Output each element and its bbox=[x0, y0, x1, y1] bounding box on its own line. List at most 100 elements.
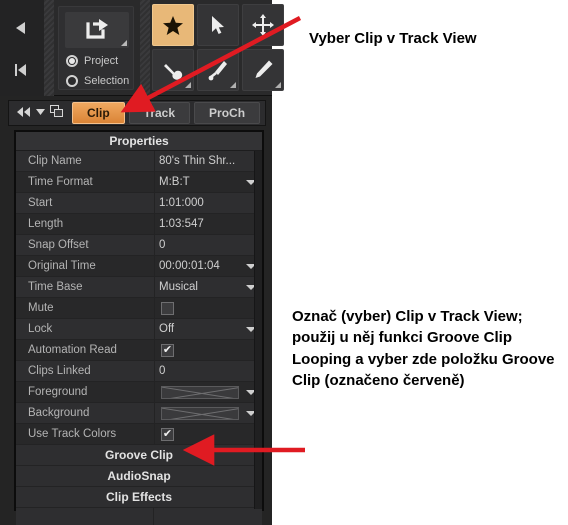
property-label: Foreground bbox=[28, 386, 88, 398]
property-value-text: 80's Thin Shr... bbox=[159, 155, 236, 167]
export-tool-group: Project Selection bbox=[58, 6, 134, 90]
property-row: Snap Offset 0 bbox=[16, 235, 262, 256]
top-toolbar: Project Selection bbox=[0, 0, 284, 96]
property-value[interactable] bbox=[154, 403, 262, 423]
property-row: Mute bbox=[16, 298, 262, 319]
property-value-text: Musical bbox=[159, 281, 198, 293]
property-value[interactable]: 0 bbox=[154, 235, 262, 255]
radio-selection-dot bbox=[66, 74, 78, 87]
annotation-top-text: Vyber Clip v Track View bbox=[309, 30, 477, 47]
property-label: Lock bbox=[28, 323, 53, 335]
property-value[interactable]: 1:03:547 bbox=[154, 214, 262, 234]
checkbox[interactable]: ✔ bbox=[161, 427, 174, 441]
property-label: Time Format bbox=[28, 176, 93, 188]
property-row: Length 1:03:547 bbox=[16, 214, 262, 235]
section-bar-groove-clip[interactable]: Groove Clip bbox=[16, 445, 262, 466]
property-value-text: 00:00:01:04 bbox=[159, 260, 220, 272]
property-label: Mute bbox=[28, 302, 54, 314]
property-row: Time Base Musical bbox=[16, 277, 262, 298]
property-label: Original Time bbox=[28, 260, 96, 272]
property-label: Length bbox=[28, 218, 64, 230]
color-swatch[interactable] bbox=[161, 406, 239, 420]
footer-label-cell bbox=[16, 508, 154, 525]
export-share-icon[interactable] bbox=[65, 12, 129, 48]
property-row: Lock Off bbox=[16, 319, 262, 340]
property-row: Start 1:01:000 bbox=[16, 193, 262, 214]
property-value[interactable] bbox=[154, 298, 262, 318]
property-label: Time Base bbox=[28, 281, 83, 293]
navigation-column bbox=[0, 0, 44, 96]
properties-section-list: Groove Clip AudioSnap Clip Effects bbox=[16, 445, 262, 508]
duplicate-icon[interactable] bbox=[50, 105, 64, 121]
tab-track[interactable]: Track bbox=[128, 102, 191, 124]
properties-row-list: Clip Name 80's Thin Shr... Time Format M:B:… bbox=[16, 151, 262, 445]
property-label: Use Track Colors bbox=[28, 428, 117, 440]
property-row: Original Time 00:00:01:04 bbox=[16, 256, 262, 277]
property-value[interactable] bbox=[154, 382, 262, 402]
nav-prev-icon[interactable] bbox=[6, 8, 36, 48]
draw-tool-icon[interactable] bbox=[242, 49, 284, 91]
radio-project-label: Project bbox=[84, 54, 119, 67]
property-value-text: 1:01:000 bbox=[159, 197, 204, 209]
annotation-bottom-text: Označ (vyber) Clip v Track View; použij … bbox=[292, 308, 555, 389]
properties-scrollbar[interactable] bbox=[254, 151, 262, 509]
inspector-tab-bar: Clip Track ProCh bbox=[8, 100, 266, 126]
screenshot-root: Project Selection Clip Track ProCh Prope… bbox=[0, 0, 568, 525]
property-value[interactable]: Off bbox=[154, 319, 262, 339]
property-value-text: M:B:T bbox=[159, 176, 190, 188]
property-value[interactable]: 1:01:000 bbox=[154, 193, 262, 213]
property-label: Snap Offset bbox=[28, 239, 89, 251]
radio-selection[interactable]: Selection bbox=[66, 71, 129, 90]
property-value-text: Off bbox=[159, 323, 175, 335]
property-row: Clips Linked 0 bbox=[16, 361, 262, 382]
tab-bar-tools bbox=[9, 101, 72, 125]
section-bar-audiosnap[interactable]: AudioSnap bbox=[16, 466, 262, 487]
properties-footer bbox=[16, 508, 262, 525]
smart-tool-icon[interactable] bbox=[152, 4, 194, 46]
property-value[interactable]: 00:00:01:04 bbox=[154, 256, 262, 276]
edit-tool-icon[interactable] bbox=[152, 49, 194, 91]
daw-application-window: Project Selection Clip Track ProCh Prope… bbox=[0, 0, 284, 525]
property-row: Automation Read ✔ bbox=[16, 340, 262, 361]
toolbar-gripper-left[interactable] bbox=[44, 0, 54, 96]
property-value[interactable]: M:B:T bbox=[154, 172, 262, 192]
property-row: Time Format M:B:T bbox=[16, 172, 262, 193]
property-value-text: 0 bbox=[159, 239, 166, 251]
chevron-down-icon[interactable] bbox=[36, 107, 45, 119]
checkbox[interactable] bbox=[161, 301, 174, 315]
radio-selection-label: Selection bbox=[84, 74, 130, 87]
clip-properties-panel: Properties Clip Name 80's Thin Shr... Time… bbox=[14, 130, 264, 525]
radio-project-dot bbox=[66, 54, 78, 67]
property-label: Clips Linked bbox=[28, 365, 91, 377]
property-label: Clip Name bbox=[28, 155, 82, 167]
select-tool-icon[interactable] bbox=[197, 4, 239, 46]
tab-clip[interactable]: Clip bbox=[72, 102, 125, 124]
property-value[interactable]: 80's Thin Shr... bbox=[154, 151, 262, 171]
color-swatch[interactable] bbox=[161, 385, 239, 399]
property-row: Clip Name 80's Thin Shr... bbox=[16, 151, 262, 172]
radio-project[interactable]: Project bbox=[66, 51, 118, 70]
property-value-text: 1:03:547 bbox=[159, 218, 204, 230]
property-label: Start bbox=[28, 197, 53, 209]
tab-procc[interactable]: ProCh bbox=[194, 102, 261, 124]
tool-grid bbox=[152, 4, 284, 91]
properties-header: Properties bbox=[16, 132, 262, 151]
rewind-icon[interactable] bbox=[17, 106, 31, 120]
property-value[interactable]: 0 bbox=[154, 361, 262, 381]
property-value[interactable]: Musical bbox=[154, 277, 262, 297]
property-row: Use Track Colors ✔ bbox=[16, 424, 262, 445]
split-tool-icon[interactable] bbox=[197, 49, 239, 91]
toolbar-gripper-right[interactable] bbox=[140, 0, 150, 96]
section-bar-clip-effects[interactable]: Clip Effects bbox=[16, 487, 262, 508]
property-value[interactable]: ✔ bbox=[154, 340, 262, 360]
property-value[interactable]: ✔ bbox=[154, 424, 262, 444]
property-row: Foreground bbox=[16, 382, 262, 403]
property-label: Background bbox=[28, 407, 90, 419]
nav-home-icon[interactable] bbox=[6, 50, 36, 90]
move-tool-icon[interactable] bbox=[242, 4, 284, 46]
property-row: Background bbox=[16, 403, 262, 424]
property-value-text: 0 bbox=[159, 365, 166, 377]
property-label: Automation Read bbox=[28, 344, 117, 356]
footer-value-cell bbox=[154, 508, 262, 525]
checkbox[interactable]: ✔ bbox=[161, 343, 174, 357]
